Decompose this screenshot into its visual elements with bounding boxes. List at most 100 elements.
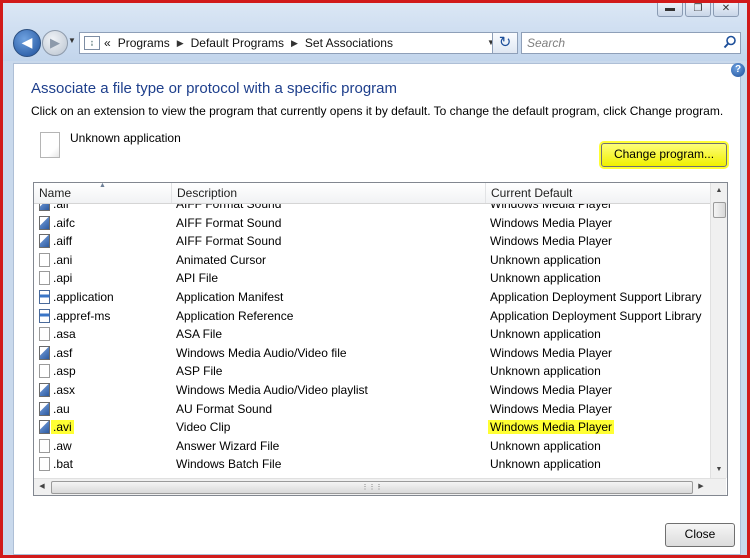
back-arrow-icon[interactable]: ◀	[13, 29, 41, 57]
extension-cell: .application	[53, 289, 114, 304]
media-file-icon	[39, 420, 50, 435]
sort-ascending-icon: ▲	[99, 182, 106, 189]
default-program-cell: Unknown application	[490, 457, 601, 472]
extension-cell: .aifc	[53, 215, 76, 230]
table-row[interactable]: .asx Windows Media Audio/Video playlist Wi…	[34, 382, 710, 401]
control-panel-icon: ↨	[84, 36, 100, 50]
table-row[interactable]: .asp ASP File Unknown application	[34, 363, 710, 382]
table-body: .aif AIFF Format Sound Windows Media Playe…	[34, 196, 710, 475]
media-file-icon	[39, 382, 50, 397]
application-file-icon	[39, 289, 50, 304]
default-program-cell: Unknown application	[490, 438, 601, 453]
extension-cell: .api	[53, 271, 73, 286]
table-row[interactable]: .application Application Manifest Applicat…	[34, 289, 710, 308]
scroll-up-icon[interactable]: ▲	[711, 183, 727, 199]
horizontal-scroll-thumb[interactable]: ⋮⋮⋮	[51, 481, 693, 494]
default-program-cell: Unknown application	[490, 252, 601, 267]
extension-cell: .asp	[53, 364, 76, 379]
description-cell: Answer Wizard File	[176, 438, 280, 453]
maximize-button[interactable]: ❐	[685, 3, 711, 17]
main-panel: ? Associate a file type or protocol with…	[13, 63, 745, 555]
breadcrumb-separator-icon[interactable]: ▶	[177, 38, 184, 49]
breadcrumb: « Programs ▶ Default Programs ▶ Set Asso…	[104, 36, 393, 50]
extension-cell: .asx	[53, 382, 76, 397]
search-placeholder: Search	[527, 36, 566, 50]
default-program-cell: Application Deployment Support Library	[490, 308, 702, 323]
table-row[interactable]: .api API File Unknown application	[34, 270, 710, 289]
recent-pages-dropdown-icon[interactable]: ▼	[68, 36, 76, 45]
vertical-scroll-thumb[interactable]	[713, 202, 726, 218]
application-file-icon	[39, 308, 50, 323]
page-title: Associate a file type or protocol with a…	[31, 80, 397, 97]
current-program-label: Unknown application	[70, 131, 181, 145]
default-program-cell: Windows Media Player	[490, 345, 613, 360]
file-type-icon	[40, 132, 60, 158]
scroll-left-icon[interactable]: ◀	[34, 479, 50, 495]
description-cell: Application Manifest	[176, 289, 284, 304]
close-button[interactable]: Close	[665, 523, 735, 547]
default-program-cell: Windows Media Player	[488, 420, 615, 435]
search-icon[interactable]	[723, 35, 737, 49]
scroll-down-icon[interactable]: ▼	[711, 462, 727, 478]
column-header-current-default[interactable]: Current Default	[486, 183, 710, 203]
description-cell: Windows Media Audio/Video playlist	[176, 382, 368, 397]
close-window-button[interactable]: ✕	[713, 3, 739, 17]
media-file-icon	[39, 401, 50, 416]
document-icon	[39, 252, 50, 267]
extension-cell: .aiff	[53, 234, 73, 249]
breadcrumb-item-set-associations[interactable]: Set Associations	[305, 36, 393, 50]
table-row[interactable]: .ani Animated Cursor Unknown application	[34, 252, 710, 271]
extension-cell: .ani	[53, 252, 73, 267]
document-icon	[39, 364, 50, 379]
horizontal-scrollbar[interactable]: ◀ ⋮⋮⋮ ▶	[34, 478, 726, 495]
forward-arrow-icon[interactable]: ▶	[42, 30, 68, 56]
scroll-right-icon[interactable]: ▶	[693, 479, 709, 495]
breadcrumb-item-default-programs[interactable]: Default Programs	[191, 36, 284, 50]
column-header-description[interactable]: Description	[172, 183, 486, 203]
document-icon	[39, 438, 50, 453]
description-cell: Video Clip	[176, 420, 231, 435]
table-row[interactable]: .aifc AIFF Format Sound Windows Media Play…	[34, 215, 710, 234]
change-program-button[interactable]: Change program...	[601, 143, 727, 167]
breadcrumb-separator-icon[interactable]: ▶	[291, 38, 298, 49]
table-row[interactable]: .aiff AIFF Format Sound Windows Media Play…	[34, 233, 710, 252]
table-row[interactable]: .avi Video Clip Windows Media Player	[34, 419, 710, 438]
table-row[interactable]: .au AU Format Sound Windows Media Player	[34, 401, 710, 420]
default-program-cell: Unknown application	[490, 271, 601, 286]
associations-table[interactable]: .aif AIFF Format Sound Windows Media Playe…	[33, 182, 728, 496]
breadcrumb-overflow[interactable]: «	[104, 36, 111, 50]
extension-cell: .bat	[53, 457, 74, 472]
default-program-cell: Application Deployment Support Library	[490, 289, 702, 304]
breadcrumb-item-programs[interactable]: Programs	[118, 36, 170, 50]
description-cell: Windows Batch File	[176, 457, 282, 472]
table-row[interactable]: .appref-ms Application Reference Applicati…	[34, 308, 710, 327]
media-file-icon	[39, 234, 50, 249]
description-cell: ASP File	[176, 364, 223, 379]
default-program-cell: Unknown application	[490, 364, 601, 379]
document-icon	[39, 271, 50, 286]
refresh-icon[interactable]: ↻	[492, 32, 518, 54]
description-cell: AU Format Sound	[176, 401, 273, 416]
document-icon	[39, 327, 50, 342]
extension-cell: .aw	[53, 438, 72, 453]
media-file-icon	[39, 345, 50, 360]
help-icon[interactable]: ?	[731, 63, 745, 77]
description-cell: API File	[176, 271, 219, 286]
vertical-scrollbar[interactable]: ▲ ▼	[710, 183, 727, 478]
table-row[interactable]: .asa ASA File Unknown application	[34, 326, 710, 345]
minimize-button[interactable]: ▬	[657, 3, 683, 17]
extension-cell: .au	[53, 401, 70, 416]
table-row[interactable]: .aw Answer Wizard File Unknown application	[34, 438, 710, 457]
default-program-cell: Unknown application	[490, 327, 601, 342]
default-program-cell: Windows Media Player	[490, 215, 613, 230]
default-program-cell: Windows Media Player	[490, 382, 613, 397]
table-row[interactable]: .bat Windows Batch File Unknown applicatio…	[34, 456, 710, 475]
description-cell: Animated Cursor	[176, 252, 267, 267]
default-program-cell: Windows Media Player	[490, 234, 613, 249]
extension-cell: .asf	[53, 345, 73, 360]
window-chrome: ▬ ❐ ✕ ◀ ▶ ▼ ↨ « Programs ▶ Default Progr…	[3, 3, 747, 61]
description-cell: ASA File	[176, 327, 223, 342]
table-row[interactable]: .asf Windows Media Audio/Video file Window…	[34, 345, 710, 364]
address-bar[interactable]: ↨ « Programs ▶ Default Programs ▶ Set As…	[79, 32, 486, 54]
search-input[interactable]: Search	[521, 32, 741, 54]
